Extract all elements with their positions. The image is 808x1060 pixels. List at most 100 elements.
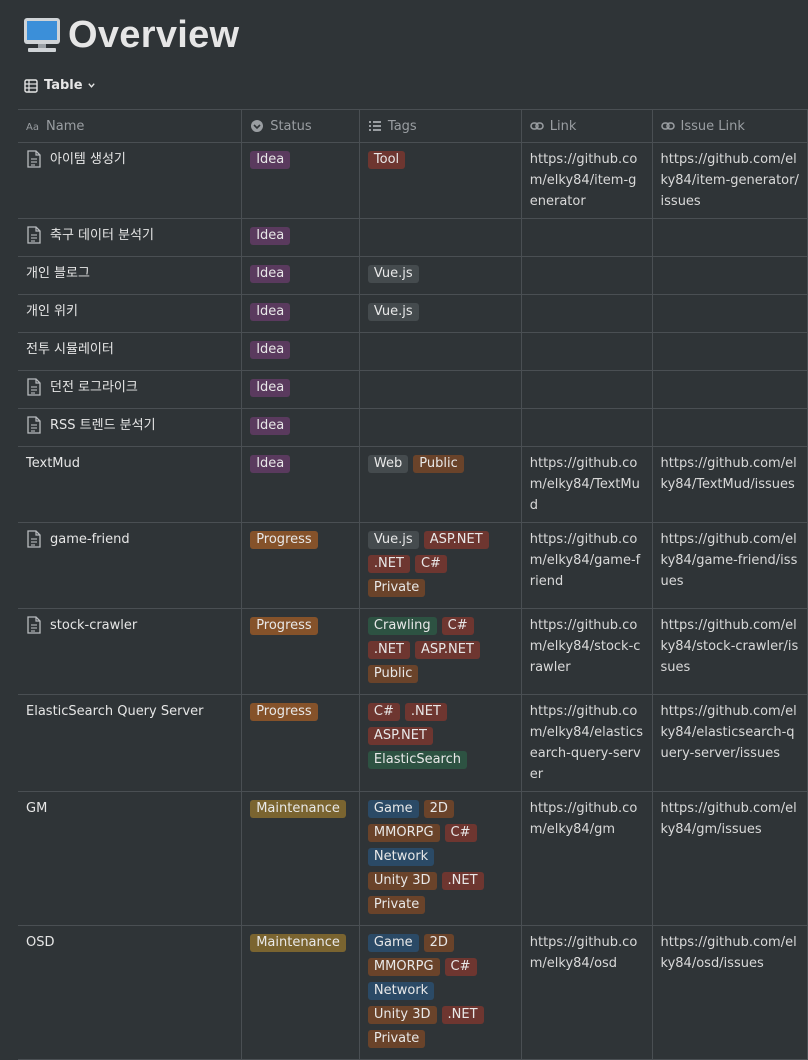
link-url[interactable]: https://github.com/elky84/elasticsearch-…: [530, 704, 643, 782]
tag-badge[interactable]: C#: [414, 555, 447, 573]
name-cell[interactable]: OSD: [18, 925, 243, 1060]
column-header-status[interactable]: Status: [241, 109, 360, 143]
issue-link-cell[interactable]: https://github.com/elky84/gm/issues: [651, 791, 808, 926]
status-badge[interactable]: Idea: [250, 265, 291, 283]
table-row[interactable]: TextMud Idea Web Public https://github.com/e…: [18, 446, 808, 523]
link-cell[interactable]: [520, 370, 653, 409]
tag-badge[interactable]: MMORPG: [367, 824, 440, 842]
link-cell[interactable]: https://github.com/elky84/game-friend: [520, 522, 653, 609]
row-title[interactable]: stock-crawler: [50, 615, 137, 636]
tags-cell[interactable]: C# .NET ASP.NET ElasticSearch: [358, 694, 522, 792]
issue-link-cell[interactable]: https://github.com/elky84/stock-crawler/…: [651, 608, 808, 695]
status-cell[interactable]: Idea: [241, 294, 360, 333]
issue-link-cell[interactable]: [651, 256, 808, 295]
link-url[interactable]: https://github.com/elky84/game-friend: [530, 532, 640, 589]
status-badge[interactable]: Idea: [250, 417, 291, 435]
issue-link-cell[interactable]: [651, 408, 808, 447]
name-cell[interactable]: 축구 데이터 분석기: [18, 218, 243, 257]
name-cell[interactable]: stock-crawler: [18, 608, 243, 695]
table-row[interactable]: stock-crawler Progress Crawling C# .NET ASP.N…: [18, 608, 808, 695]
row-title[interactable]: TextMud: [26, 453, 80, 474]
tag-badge[interactable]: C#: [444, 958, 477, 976]
row-title[interactable]: OSD: [26, 932, 55, 953]
row-title[interactable]: 던전 로그라이크: [50, 377, 138, 398]
column-header-tags[interactable]: Tags: [358, 109, 522, 143]
status-badge[interactable]: Idea: [250, 151, 291, 169]
status-cell[interactable]: Idea: [241, 446, 360, 523]
table-row[interactable]: 전투 시뮬레이터 Idea: [18, 332, 808, 371]
row-title[interactable]: RSS 트렌드 분석기: [50, 415, 156, 436]
status-badge[interactable]: Idea: [250, 303, 291, 321]
tag-badge[interactable]: Unity 3D: [367, 872, 437, 890]
tag-badge[interactable]: Network: [367, 982, 435, 1000]
issue-link-cell[interactable]: https://github.com/elky84/osd/issues: [651, 925, 808, 1060]
link-cell[interactable]: [520, 218, 653, 257]
status-cell[interactable]: Maintenance: [241, 791, 360, 926]
table-row[interactable]: ElasticSearch Query Server Progress C# .NET…: [18, 694, 808, 792]
status-badge[interactable]: Progress: [250, 531, 318, 549]
name-cell[interactable]: 아이템 생성기: [18, 142, 243, 219]
name-cell[interactable]: TextMud: [18, 446, 243, 523]
table-row[interactable]: 아이템 생성기 Idea Tool https://github.com/elky84…: [18, 142, 808, 219]
row-title[interactable]: 개인 블로그: [26, 263, 90, 284]
tags-cell[interactable]: [358, 370, 522, 409]
tags-cell[interactable]: Web Public: [358, 446, 522, 523]
status-badge[interactable]: Maintenance: [250, 800, 346, 818]
issue-link-url[interactable]: https://github.com/elky84/TextMud/issues: [661, 456, 797, 492]
status-cell[interactable]: Progress: [241, 694, 360, 792]
table-row[interactable]: game-friend Progress Vue.js ASP.NET .NET C# Pr…: [18, 522, 808, 609]
tags-cell[interactable]: Game 2D MMORPG C# Network Unity 3D .NET Private: [358, 925, 522, 1060]
status-badge[interactable]: Idea: [250, 341, 291, 359]
tags-cell[interactable]: Vue.js ASP.NET .NET C# Private: [358, 522, 522, 609]
column-header-name[interactable]: Aa Name: [18, 109, 243, 143]
tags-cell[interactable]: Vue.js: [358, 256, 522, 295]
tag-badge[interactable]: Vue.js: [367, 303, 419, 321]
tag-badge[interactable]: 2D: [423, 800, 454, 818]
status-badge[interactable]: Progress: [250, 703, 318, 721]
name-cell[interactable]: RSS 트렌드 분석기: [18, 408, 243, 447]
issue-link-cell[interactable]: [651, 332, 808, 371]
status-cell[interactable]: Progress: [241, 608, 360, 695]
tag-badge[interactable]: .NET: [367, 555, 410, 573]
issue-link-cell[interactable]: https://github.com/elky84/game-friend/is…: [651, 522, 808, 609]
tag-badge[interactable]: Private: [367, 896, 426, 914]
name-cell[interactable]: 개인 블로그: [18, 256, 243, 295]
column-header-issue-link[interactable]: Issue Link: [651, 109, 808, 143]
issue-link-cell[interactable]: [651, 218, 808, 257]
tag-badge[interactable]: .NET: [441, 872, 484, 890]
tag-badge[interactable]: C#: [367, 703, 400, 721]
tag-badge[interactable]: ElasticSearch: [367, 751, 468, 769]
tags-cell[interactable]: [358, 408, 522, 447]
tag-badge[interactable]: ASP.NET: [367, 727, 433, 745]
issue-link-cell[interactable]: https://github.com/elky84/TextMud/issues: [651, 446, 808, 523]
tag-badge[interactable]: Private: [367, 1030, 426, 1048]
row-title[interactable]: 아이템 생성기: [50, 149, 126, 170]
status-cell[interactable]: Idea: [241, 332, 360, 371]
table-row[interactable]: 개인 위키 Idea Vue.js: [18, 294, 808, 333]
link-url[interactable]: https://github.com/elky84/item-generator: [530, 152, 638, 209]
name-cell[interactable]: GM: [18, 791, 243, 926]
tag-badge[interactable]: 2D: [423, 934, 454, 952]
status-cell[interactable]: Idea: [241, 408, 360, 447]
status-cell[interactable]: Maintenance: [241, 925, 360, 1060]
status-badge[interactable]: Maintenance: [250, 934, 346, 952]
link-cell[interactable]: https://github.com/elky84/osd: [520, 925, 653, 1060]
tag-badge[interactable]: Web: [367, 455, 409, 473]
link-url[interactable]: https://github.com/elky84/gm: [530, 801, 638, 837]
link-url[interactable]: https://github.com/elky84/stock-crawler: [530, 618, 641, 675]
tags-cell[interactable]: Game 2D MMORPG C# Network Unity 3D .NET Private: [358, 791, 522, 926]
tag-badge[interactable]: Vue.js: [367, 531, 419, 549]
tag-badge[interactable]: Vue.js: [367, 265, 419, 283]
tags-cell[interactable]: Crawling C# .NET ASP.NET Public: [358, 608, 522, 695]
link-cell[interactable]: [520, 332, 653, 371]
row-title[interactable]: game-friend: [50, 529, 130, 550]
table-row[interactable]: RSS 트렌드 분석기 Idea: [18, 408, 808, 447]
tag-badge[interactable]: Unity 3D: [367, 1006, 437, 1024]
status-badge[interactable]: Idea: [250, 227, 291, 245]
link-cell[interactable]: https://github.com/elky84/stock-crawler: [520, 608, 653, 695]
row-title[interactable]: 전투 시뮬레이터: [26, 339, 114, 360]
row-title[interactable]: 축구 데이터 분석기: [50, 225, 154, 246]
issue-link-url[interactable]: https://github.com/elky84/elasticsearch-…: [661, 704, 797, 761]
tag-badge[interactable]: Private: [367, 579, 426, 597]
tags-cell[interactable]: Tool: [358, 142, 522, 219]
